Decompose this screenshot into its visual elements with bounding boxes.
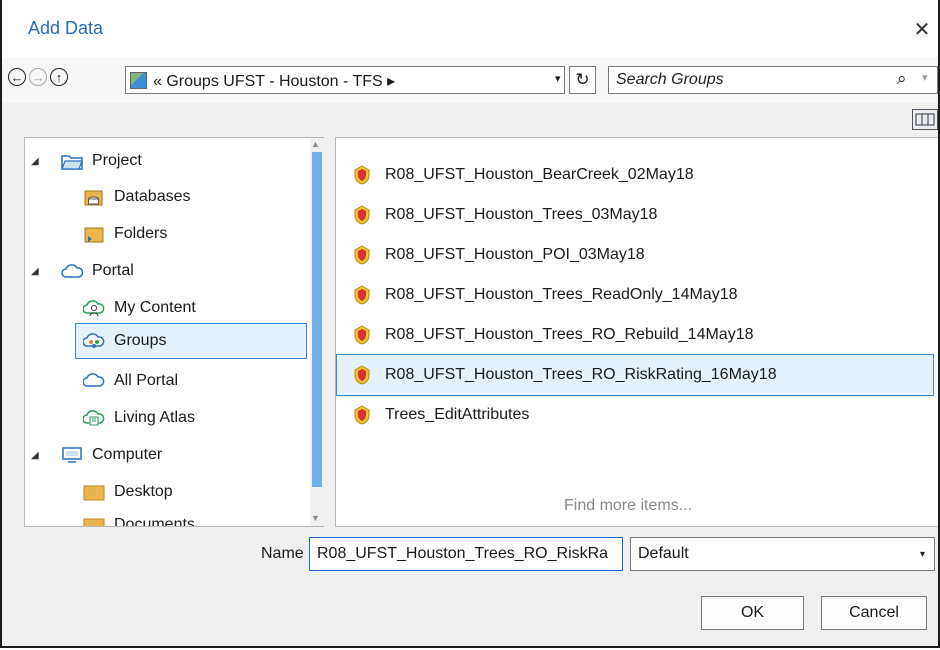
navigation-tree[interactable]: ◢ Project Databases Folders ◢ Portal My … xyxy=(24,137,324,527)
tree-item-portal[interactable]: ◢ Portal xyxy=(31,256,134,286)
folder-icon xyxy=(83,225,105,243)
search-input[interactable]: Search Groups ⌕ ▾ xyxy=(608,66,938,94)
database-icon xyxy=(83,188,105,206)
desktop-folder-icon xyxy=(83,483,105,501)
my-content-icon xyxy=(82,299,105,317)
item-label: R08_UFST_Houston_Trees_RO_RiskRating_16M… xyxy=(385,366,777,383)
tree-item-databases[interactable]: Databases xyxy=(83,182,191,212)
list-item-selected[interactable]: R08_UFST_Houston_Trees_RO_RiskRating_16M… xyxy=(336,354,934,396)
tree-item-my-content[interactable]: My Content xyxy=(82,293,196,323)
tree-scrollbar-thumb[interactable] xyxy=(312,152,322,487)
tree-label: Databases xyxy=(114,188,191,205)
tree-item-computer[interactable]: ◢ Computer xyxy=(31,440,162,470)
name-label: Name xyxy=(261,545,304,562)
tree-item-desktop[interactable]: Desktop xyxy=(83,477,173,507)
close-icon[interactable]: ✕ xyxy=(912,17,932,42)
view-options-icon xyxy=(915,113,935,126)
groups-icon xyxy=(82,332,105,350)
location-icon xyxy=(130,72,147,89)
find-more-items-link[interactable]: Find more items... xyxy=(564,497,692,515)
feature-service-icon xyxy=(353,405,371,425)
search-placeholder: Search Groups xyxy=(616,71,724,88)
tree-item-folders[interactable]: Folders xyxy=(83,219,167,249)
feature-service-icon xyxy=(353,325,371,345)
computer-icon xyxy=(61,446,83,464)
list-item[interactable]: R08_UFST_Houston_BearCreek_02May18 xyxy=(337,158,933,192)
tree-item-groups[interactable]: Groups xyxy=(75,323,307,359)
tree-item-all-portal[interactable]: All Portal xyxy=(82,366,179,396)
documents-folder-icon xyxy=(83,516,105,526)
tree-label: Folders xyxy=(114,225,168,242)
tree-label: Groups xyxy=(114,332,167,349)
chevron-down-icon[interactable]: ▾ xyxy=(920,549,925,560)
feature-service-icon xyxy=(353,165,371,185)
add-data-dialog: Add Data ✕ ← → ↑ « Groups UFST - Houston… xyxy=(0,0,940,648)
item-label: R08_UFST_Houston_POI_03May18 xyxy=(385,246,645,263)
feature-service-icon xyxy=(353,245,371,265)
tree-item-living-atlas[interactable]: Living Atlas xyxy=(82,403,195,433)
list-item[interactable]: R08_UFST_Houston_Trees_ReadOnly_14May18 xyxy=(337,278,933,312)
feature-service-icon xyxy=(353,285,371,305)
tree-label: Portal xyxy=(92,262,134,279)
up-icon[interactable]: ↑ xyxy=(50,68,68,86)
item-label: R08_UFST_Houston_Trees_RO_Rebuild_14May1… xyxy=(385,326,754,343)
search-dropdown-icon[interactable]: ▾ xyxy=(922,71,928,84)
tree-label: Desktop xyxy=(114,483,173,500)
search-icon[interactable]: ⌕ xyxy=(897,69,907,89)
name-input[interactable]: R08_UFST_Houston_Trees_RO_RiskRa xyxy=(309,537,623,571)
scroll-down-icon[interactable]: ▼ xyxy=(311,513,320,523)
feature-service-icon xyxy=(353,365,371,385)
item-label: R08_UFST_Houston_Trees_03May18 xyxy=(385,206,658,223)
address-dropdown-icon[interactable]: ▾ xyxy=(555,72,561,85)
collapse-arrow-icon[interactable]: ◢ xyxy=(31,266,47,277)
title-bar: Add Data ✕ xyxy=(2,0,938,58)
list-item[interactable]: R08_UFST_Houston_Trees_03May18 xyxy=(337,198,933,232)
living-atlas-icon xyxy=(82,409,105,427)
list-item[interactable]: R08_UFST_Houston_POI_03May18 xyxy=(337,238,933,272)
type-select[interactable]: Default xyxy=(630,537,935,571)
forward-icon[interactable]: → xyxy=(29,68,47,86)
tree-label: All Portal xyxy=(114,372,179,389)
item-label: R08_UFST_Houston_Trees_ReadOnly_14May18 xyxy=(385,286,738,303)
back-icon[interactable]: ← xyxy=(8,68,26,86)
tree-label: Project xyxy=(92,152,142,169)
scroll-up-icon[interactable]: ▲ xyxy=(311,139,320,149)
list-item[interactable]: Trees_EditAttributes xyxy=(337,398,933,432)
item-label: R08_UFST_Houston_BearCreek_02May18 xyxy=(385,166,694,183)
content-list: R08_UFST_Houston_BearCreek_02May18 R08_U… xyxy=(335,137,938,527)
collapse-arrow-icon[interactable]: ◢ xyxy=(31,450,47,461)
cloud-icon xyxy=(61,262,84,280)
tree-label: Living Atlas xyxy=(114,409,195,426)
tree-label: My Content xyxy=(114,299,196,316)
view-options-button[interactable] xyxy=(912,109,938,130)
project-folder-icon xyxy=(61,152,83,170)
item-label: Trees_EditAttributes xyxy=(385,406,530,423)
tree-item-documents[interactable]: Documents xyxy=(83,510,195,527)
feature-service-icon xyxy=(353,205,371,225)
tree-item-project[interactable]: ◢ Project xyxy=(31,146,142,176)
address-path[interactable]: « Groups UFST - Houston - TFS ▸ xyxy=(153,71,395,91)
cancel-button[interactable]: Cancel xyxy=(821,596,927,630)
collapse-arrow-icon[interactable]: ◢ xyxy=(31,156,47,167)
ok-button[interactable]: OK xyxy=(701,596,804,630)
list-item[interactable]: R08_UFST_Houston_Trees_RO_Rebuild_14May1… xyxy=(337,318,933,352)
address-bar[interactable]: « Groups UFST - Houston - TFS ▸ xyxy=(125,66,565,94)
tree-label: Documents xyxy=(114,516,195,527)
tree-label: Computer xyxy=(92,446,163,463)
dialog-title: Add Data xyxy=(28,18,104,38)
all-portal-cloud-icon xyxy=(82,372,105,390)
refresh-button[interactable]: ↻ xyxy=(569,66,596,94)
